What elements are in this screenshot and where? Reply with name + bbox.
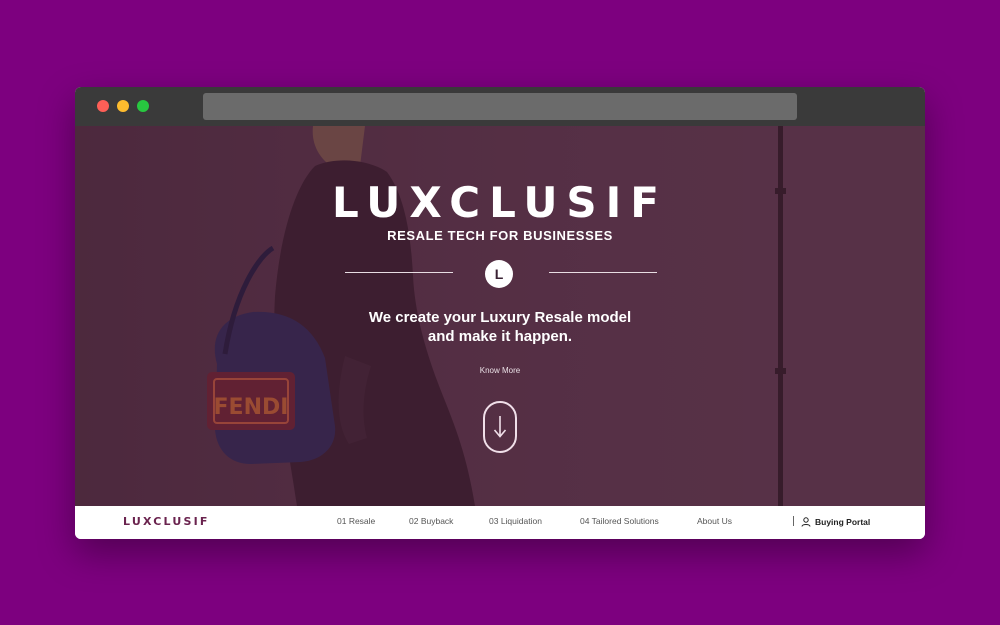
nav-item-tailored-solutions[interactable]: 04 Tailored Solutions bbox=[580, 516, 659, 526]
minimize-window-button[interactable] bbox=[117, 100, 129, 112]
headline-line-2: and make it happen. bbox=[427, 328, 573, 345]
bottom-navbar: LUXCLUSIF 01 Resale 02 Buyback 03 Liquid… bbox=[75, 506, 925, 539]
brand-title: LUXCLUSIF bbox=[331, 178, 668, 227]
nav-item-liquidation[interactable]: 03 Liquidation bbox=[489, 516, 542, 526]
nav-item-resale[interactable]: 01 Resale bbox=[337, 516, 375, 526]
nav-logo[interactable]: LUXCLUSIF bbox=[123, 515, 210, 528]
logo-mark-icon: L bbox=[485, 260, 513, 288]
hero-section: FENDI LUXCLUSIF RESALE TECH FOR BUSINESS… bbox=[75, 126, 925, 506]
nav-item-about-us[interactable]: About Us bbox=[697, 516, 732, 526]
browser-window: FENDI LUXCLUSIF RESALE TECH FOR BUSINESS… bbox=[75, 87, 925, 539]
divider-left bbox=[345, 272, 453, 273]
scroll-down-button[interactable] bbox=[483, 401, 517, 453]
address-bar[interactable] bbox=[203, 93, 797, 120]
nav-divider bbox=[793, 516, 794, 526]
divider-right bbox=[549, 272, 657, 273]
maximize-window-button[interactable] bbox=[137, 100, 149, 112]
arrow-down-icon bbox=[493, 416, 507, 438]
know-more-link[interactable]: Know More bbox=[75, 366, 925, 375]
buying-portal-link[interactable]: Buying Portal bbox=[801, 515, 870, 529]
user-icon bbox=[801, 517, 811, 527]
tagline: RESALE TECH FOR BUSINESSES bbox=[387, 228, 613, 243]
buying-portal-label: Buying Portal bbox=[815, 517, 871, 527]
hero-headline: We create your Luxury Resale model and m… bbox=[75, 308, 925, 346]
close-window-button[interactable] bbox=[97, 100, 109, 112]
browser-titlebar bbox=[75, 87, 925, 126]
nav-item-buyback[interactable]: 02 Buyback bbox=[409, 516, 453, 526]
headline-line-1: We create your Luxury Resale model bbox=[368, 309, 632, 326]
